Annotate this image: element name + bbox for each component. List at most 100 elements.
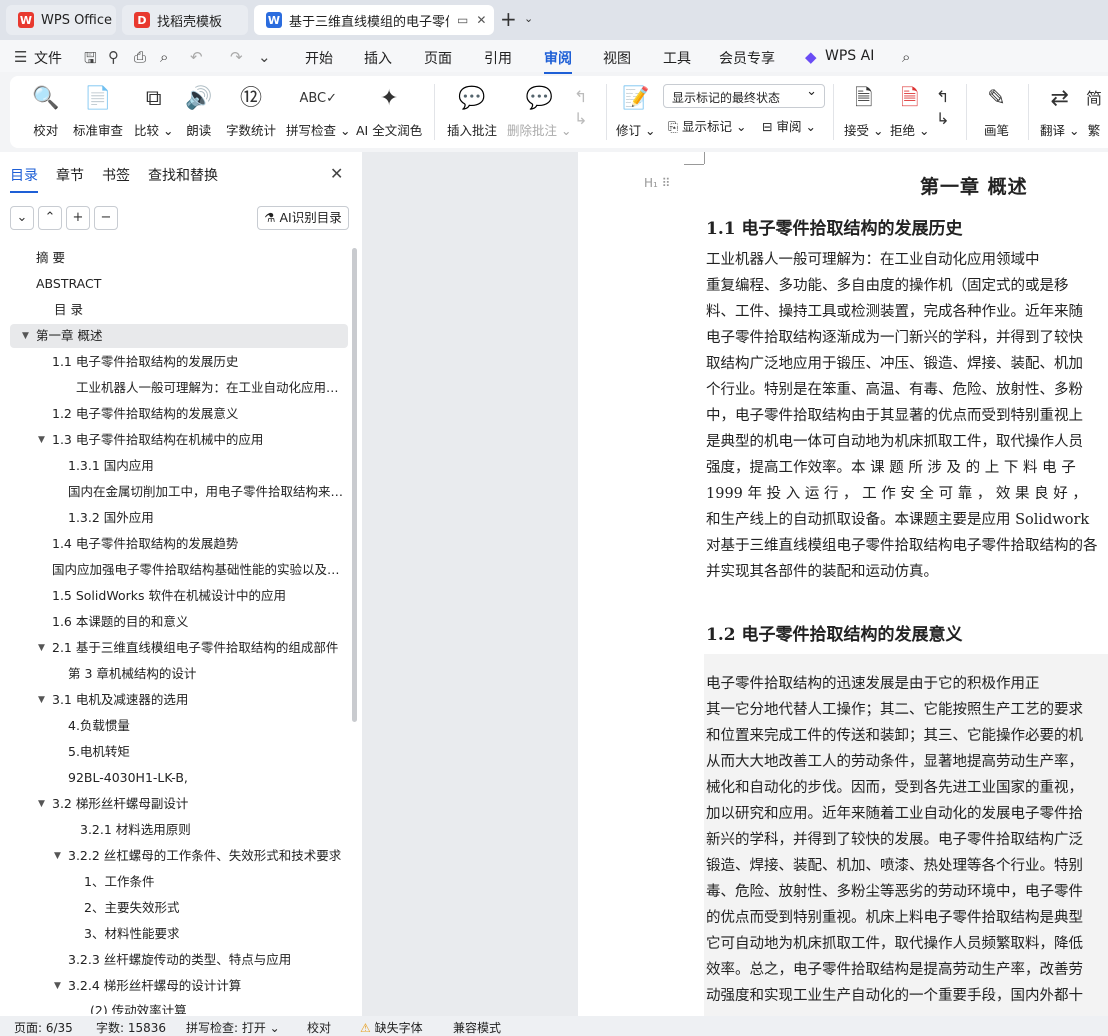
- new-tab-icon[interactable]: +: [500, 9, 517, 29]
- menu-tools[interactable]: 工具: [663, 48, 691, 68]
- hamburger-menu-icon[interactable]: ☰: [14, 48, 27, 66]
- toc-scrollbar[interactable]: [352, 248, 357, 722]
- menu-references[interactable]: 引用: [484, 48, 512, 68]
- ai-polish-button[interactable]: ✦ AI 全文润色: [356, 84, 422, 139]
- toc-item[interactable]: ▼ 2.1 基于三维直线模组电子零件拾取结构的组成部件: [10, 636, 348, 660]
- ai-recognize-toc-button[interactable]: ⚗ AI识别目录: [257, 206, 349, 230]
- tab-wps-office[interactable]: W WPS Office: [6, 5, 116, 35]
- toc-item[interactable]: 1、工作条件: [10, 870, 348, 894]
- reject-button[interactable]: 🗎 拒绝 ⌄: [890, 84, 929, 139]
- tab-document[interactable]: W 基于三维直线模组的电子零件 ▭ ✕: [254, 5, 494, 35]
- proofread-button[interactable]: 🔍 校对: [32, 84, 59, 139]
- menu-file[interactable]: 文件: [34, 48, 62, 68]
- close-tab-icon[interactable]: ✕: [476, 13, 486, 27]
- traditional-chinese-button[interactable]: 简繁: [1086, 84, 1102, 139]
- tab-sections[interactable]: 章节: [56, 165, 84, 185]
- page-indicator[interactable]: 页面: 6/35: [14, 1019, 73, 1036]
- chevron-down-icon[interactable]: ⌄: [524, 12, 533, 25]
- toc-item[interactable]: 5.电机转矩: [10, 740, 348, 764]
- track-changes-button[interactable]: 📝 修订 ⌄: [616, 84, 655, 139]
- add-heading-button[interactable]: +: [66, 206, 90, 230]
- expand-triangle-icon[interactable]: ▼: [38, 792, 45, 816]
- expand-triangle-icon[interactable]: ▼: [22, 324, 29, 348]
- toc-item[interactable]: 1.3.2 国外应用: [10, 506, 348, 530]
- menu-review[interactable]: 审阅: [544, 48, 572, 74]
- expand-triangle-icon[interactable]: ▼: [38, 428, 45, 452]
- close-icon[interactable]: ✕: [330, 164, 343, 183]
- redo-icon[interactable]: ↷: [230, 48, 243, 66]
- show-markup-button[interactable]: ⎘ 显示标记 ⌄: [668, 116, 746, 135]
- toc-item[interactable]: ABSTRACT: [10, 272, 348, 296]
- spell-check-status[interactable]: 拼写检查: 打开 ⌄: [186, 1019, 280, 1036]
- toc-item[interactable]: 4.负载惯量: [10, 714, 348, 738]
- remove-heading-button[interactable]: −: [94, 206, 118, 230]
- expand-triangle-icon[interactable]: ▼: [38, 688, 45, 712]
- toc-item[interactable]: ▼ 3.2.4 梯形丝杆螺母的设计计算: [10, 974, 348, 998]
- toc-item[interactable]: 92BL-4030H1-LK-B,: [10, 766, 348, 790]
- toc-item[interactable]: 3.2.1 材料选用原则: [10, 818, 348, 842]
- translate-button[interactable]: ⇄ 翻译 ⌄: [1040, 84, 1079, 139]
- pen-button[interactable]: ✎ 画笔: [984, 84, 1009, 139]
- compare-button[interactable]: ⧉ 比较 ⌄: [134, 84, 173, 139]
- undo-icon[interactable]: ↶: [190, 48, 203, 66]
- expand-triangle-icon[interactable]: ▼: [54, 974, 61, 998]
- collapse-up-button[interactable]: ⌃: [38, 206, 62, 230]
- proofread-status[interactable]: 校对: [307, 1019, 331, 1036]
- delete-comment-button[interactable]: 💬 删除批注 ⌄: [507, 84, 571, 139]
- toc-item[interactable]: 国内在金属切削加工中，用电子零件拾取结构来完成: [10, 480, 348, 504]
- print-preview-icon[interactable]: ⌕: [160, 48, 168, 66]
- previous-comment-button[interactable]: ↰ ↳: [574, 86, 587, 130]
- toc-item[interactable]: 工业机器人一般可理解为：在工业自动化应用领域中，: [10, 376, 348, 400]
- previous-change-button[interactable]: ↰ ↳: [936, 86, 949, 130]
- missing-font-status[interactable]: ⚠ 缺失字体: [360, 1019, 423, 1036]
- expand-triangle-icon[interactable]: ▼: [54, 844, 61, 868]
- chevron-down-icon[interactable]: ⌄: [258, 48, 271, 66]
- tab-bookmarks[interactable]: 书签: [102, 165, 130, 185]
- save-icon[interactable]: 🖫: [84, 48, 97, 73]
- menu-membership[interactable]: 会员专享: [719, 48, 775, 68]
- toc-item[interactable]: 国内应加强电子零件拾取结构基础性能的实验以及基础: [10, 558, 348, 582]
- markup-display-select[interactable]: 显示标记的最终状态: [663, 84, 825, 108]
- toc-item[interactable]: 目 录: [10, 298, 348, 322]
- tab-docer[interactable]: D 找稻壳模板: [122, 5, 248, 35]
- toc-item[interactable]: 1.6 本课题的目的和意义: [10, 610, 348, 634]
- toc-item[interactable]: ▼ 3.1 电机及减速器的选用: [10, 688, 348, 712]
- share-icon[interactable]: ⚲: [108, 48, 119, 66]
- collapse-down-button[interactable]: ⌄: [10, 206, 34, 230]
- word-count-button[interactable]: ⑫ 字数统计: [226, 84, 276, 139]
- tab-toc[interactable]: 目录: [10, 165, 38, 193]
- toc-item[interactable]: 1.2 电子零件拾取结构的发展意义: [10, 402, 348, 426]
- window-restore-icon[interactable]: ▭: [457, 13, 468, 27]
- menu-wps-ai[interactable]: WPS AI: [825, 48, 874, 64]
- document-page[interactable]: H₁ ⠿ 第一章 概述 1.1 电子零件拾取结构的发展历史 工业机器人一般可理解…: [578, 152, 1108, 1016]
- menu-view[interactable]: 视图: [603, 48, 631, 68]
- menu-insert[interactable]: 插入: [364, 48, 392, 68]
- review-pane-button[interactable]: ⊟ 审阅 ⌄: [762, 116, 816, 135]
- toc-item[interactable]: 2、主要失效形式: [10, 896, 348, 920]
- toc-item[interactable]: ▼ 3.2.2 丝杠螺母的工作条件、失效形式和技术要求: [10, 844, 348, 868]
- toc-item[interactable]: 第 3 章机械结构的设计: [10, 662, 348, 686]
- read-aloud-button[interactable]: 🔊 朗读: [185, 84, 212, 139]
- menu-page[interactable]: 页面: [424, 48, 452, 68]
- print-icon[interactable]: ⎙: [134, 48, 146, 66]
- toc-item[interactable]: (2) 传动效率计算: [10, 1000, 348, 1014]
- standard-review-button[interactable]: 📄 标准审查: [73, 84, 123, 139]
- toc-item[interactable]: 1.3.1 国内应用: [10, 454, 348, 478]
- toc-item[interactable]: ▼ 1.3 电子零件拾取结构在机械中的应用: [10, 428, 348, 452]
- expand-triangle-icon[interactable]: ▼: [38, 636, 45, 660]
- tab-find-replace[interactable]: 查找和替换: [148, 165, 218, 185]
- toc-item[interactable]: 1.4 电子零件拾取结构的发展趋势: [10, 532, 348, 556]
- menu-home[interactable]: 开始: [305, 48, 333, 68]
- accept-button[interactable]: 🗎 接受 ⌄: [844, 84, 883, 139]
- toc-item[interactable]: 3.2.3 丝杆螺旋传动的类型、特点与应用: [10, 948, 348, 972]
- toc-item[interactable]: 1.1 电子零件拾取结构的发展历史: [10, 350, 348, 374]
- insert-comment-button[interactable]: 💬 插入批注: [447, 84, 497, 139]
- heading-drag-handle-icon[interactable]: H₁ ⠿: [644, 176, 670, 190]
- toc-item[interactable]: ▼ 3.2 梯形丝杆螺母副设计: [10, 792, 348, 816]
- toc-item[interactable]: 3、材料性能要求: [10, 922, 348, 946]
- toc-item[interactable]: ▼ 第一章 概述: [10, 324, 348, 348]
- search-icon[interactable]: ⌕: [902, 48, 910, 66]
- word-count-indicator[interactable]: 字数: 15836: [96, 1019, 166, 1036]
- spell-check-button[interactable]: ABC✓ 拼写检查 ⌄: [286, 84, 350, 139]
- toc-item[interactable]: 摘 要: [10, 246, 348, 270]
